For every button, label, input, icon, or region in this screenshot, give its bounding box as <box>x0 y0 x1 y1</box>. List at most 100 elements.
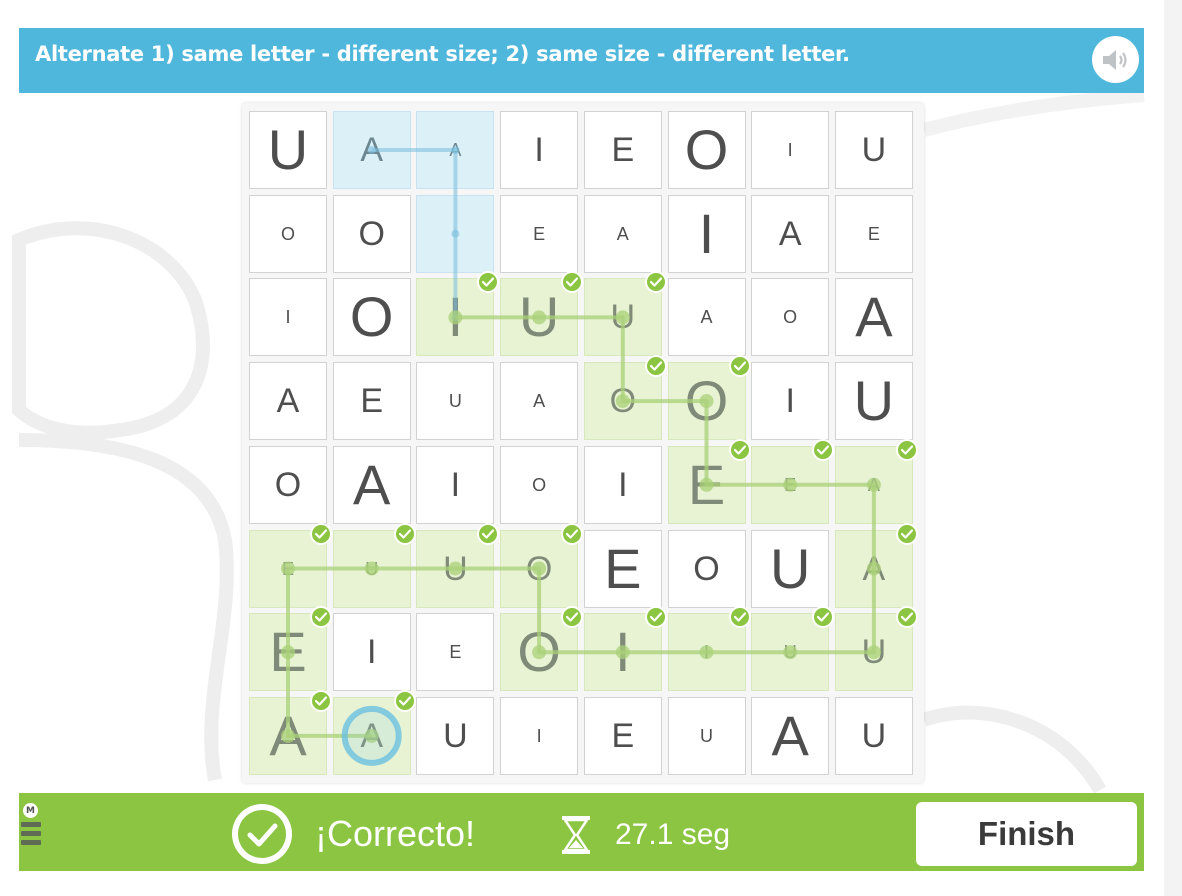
grid-cell[interactable]: I <box>249 278 327 357</box>
letter-grid: UAAIEOIUOOEAIAEIOIUUAOAAEUAOOIUOAIOIEEAE… <box>242 103 924 783</box>
grid-cell[interactable]: I <box>500 111 579 189</box>
check-badge-icon <box>310 522 332 545</box>
cell-letter: U <box>610 298 636 337</box>
grid-cell[interactable]: A <box>751 696 830 775</box>
cell-letter: A <box>771 703 809 767</box>
grid-cell[interactable]: I <box>332 613 411 692</box>
status-bar: M ¡Correcto! 27.1 seg Finish <box>19 793 1144 871</box>
cell-letter: E <box>281 558 294 579</box>
grid-cell[interactable]: I <box>500 696 579 775</box>
cell-letter: I <box>698 201 715 265</box>
grid-cell[interactable]: U <box>416 696 495 775</box>
sound-button[interactable] <box>1092 36 1139 83</box>
grid-cell[interactable]: U <box>583 271 667 357</box>
grid-cell[interactable]: O <box>583 355 667 441</box>
grid-cell[interactable]: I <box>751 111 830 189</box>
grid-cell[interactable]: O <box>667 111 746 189</box>
grid-cell[interactable]: U <box>416 362 495 441</box>
grid-cell[interactable]: E <box>416 613 495 692</box>
grid-cell[interactable]: E <box>583 111 662 189</box>
grid-cell[interactable]: E <box>583 696 662 775</box>
cell-letter: I <box>285 307 291 328</box>
grid-cell[interactable]: A <box>834 438 918 524</box>
menu-icon[interactable]: M <box>21 803 43 867</box>
cell-letter: O <box>693 549 720 588</box>
grid-cell[interactable]: A <box>667 278 746 357</box>
grid-cell[interactable]: U <box>834 696 913 775</box>
grid-cell[interactable]: U <box>249 111 327 189</box>
grid-cell[interactable]: I <box>583 445 662 524</box>
grid-cell[interactable] <box>416 194 495 273</box>
cell-letter: I <box>366 633 377 672</box>
grid-cell[interactable]: E <box>500 194 579 273</box>
grid-cell[interactable]: A <box>834 278 913 357</box>
grid-cell[interactable]: U <box>500 271 584 357</box>
grid-cell[interactable]: O <box>667 529 746 608</box>
cell-letter: U <box>443 716 468 755</box>
grid-cell[interactable]: O <box>332 194 411 273</box>
grid-cell[interactable]: I <box>583 606 667 692</box>
grid-cell[interactable]: O <box>751 278 830 357</box>
cell-letter: E <box>867 223 880 244</box>
grid-cell[interactable]: I <box>667 194 746 273</box>
grid-cell[interactable]: E <box>249 606 332 692</box>
grid-cell[interactable]: A <box>332 111 411 189</box>
grid-cell[interactable]: E <box>834 194 913 273</box>
grid-cell[interactable]: U <box>834 606 918 692</box>
grid-cell[interactable]: A <box>500 362 579 441</box>
grid-cell[interactable]: U <box>834 111 913 189</box>
cell-letter: E <box>360 382 384 421</box>
grid-cell[interactable]: A <box>416 111 495 189</box>
grid-cell[interactable]: O <box>500 445 579 524</box>
grid-cell[interactable]: O <box>249 445 327 524</box>
grid-cell[interactable]: E <box>667 438 751 524</box>
grid-cell[interactable]: O <box>249 194 327 273</box>
cell-letter: A <box>867 474 880 495</box>
cell-letter: O <box>349 285 394 349</box>
cell-letter: E <box>611 716 635 755</box>
grid-cell[interactable]: O <box>500 606 584 692</box>
finish-button[interactable]: Finish <box>916 802 1137 866</box>
grid-cell[interactable]: A <box>834 522 918 608</box>
check-badge-icon <box>728 355 751 378</box>
cell-letter: O <box>525 549 553 588</box>
grid-cell[interactable]: O <box>667 355 751 441</box>
check-badge-icon <box>812 438 835 461</box>
cell-letter: U <box>700 725 713 746</box>
grid-cell[interactable]: U <box>332 522 416 608</box>
grid-cell[interactable]: E <box>751 438 835 524</box>
grid-cell[interactable]: A <box>332 689 416 775</box>
grid-cell[interactable]: O <box>500 522 584 608</box>
check-badge-icon <box>561 271 584 294</box>
cell-letter: E <box>604 536 642 600</box>
grid-cell[interactable]: E <box>583 529 662 608</box>
grid-cell[interactable]: U <box>751 529 830 608</box>
grid-cell[interactable]: E <box>249 522 332 608</box>
scrollbar-track[interactable] <box>1164 0 1182 896</box>
cell-letter: E <box>611 131 635 169</box>
hourglass-icon <box>562 816 590 854</box>
grid-cell[interactable]: U <box>834 362 913 441</box>
cell-letter: E <box>533 223 546 244</box>
checkmark-circle-icon <box>232 804 292 864</box>
cell-letter: A <box>533 391 546 412</box>
grid-cell[interactable]: A <box>751 194 830 273</box>
grid-cell[interactable]: I <box>416 445 495 524</box>
grid-cell[interactable]: U <box>667 696 746 775</box>
grid-cell[interactable]: I <box>416 271 500 357</box>
grid-cell[interactable]: A <box>332 445 411 524</box>
cell-letter: A <box>353 452 391 516</box>
grid-cell[interactable]: A <box>249 362 327 441</box>
grid-cell[interactable]: U <box>751 606 835 692</box>
grid-cell[interactable]: U <box>416 522 500 608</box>
cell-letter: U <box>861 633 887 672</box>
grid-cell[interactable]: I <box>667 606 751 692</box>
grid-cell[interactable]: O <box>332 278 411 357</box>
grid-cell[interactable]: E <box>332 362 411 441</box>
grid-cell[interactable]: A <box>249 689 332 775</box>
cell-letter: A <box>862 549 886 588</box>
grid-cell[interactable]: I <box>751 362 830 441</box>
cell-letter: A <box>616 223 629 244</box>
check-badge-icon <box>561 606 584 629</box>
grid-cell[interactable]: A <box>583 194 662 273</box>
